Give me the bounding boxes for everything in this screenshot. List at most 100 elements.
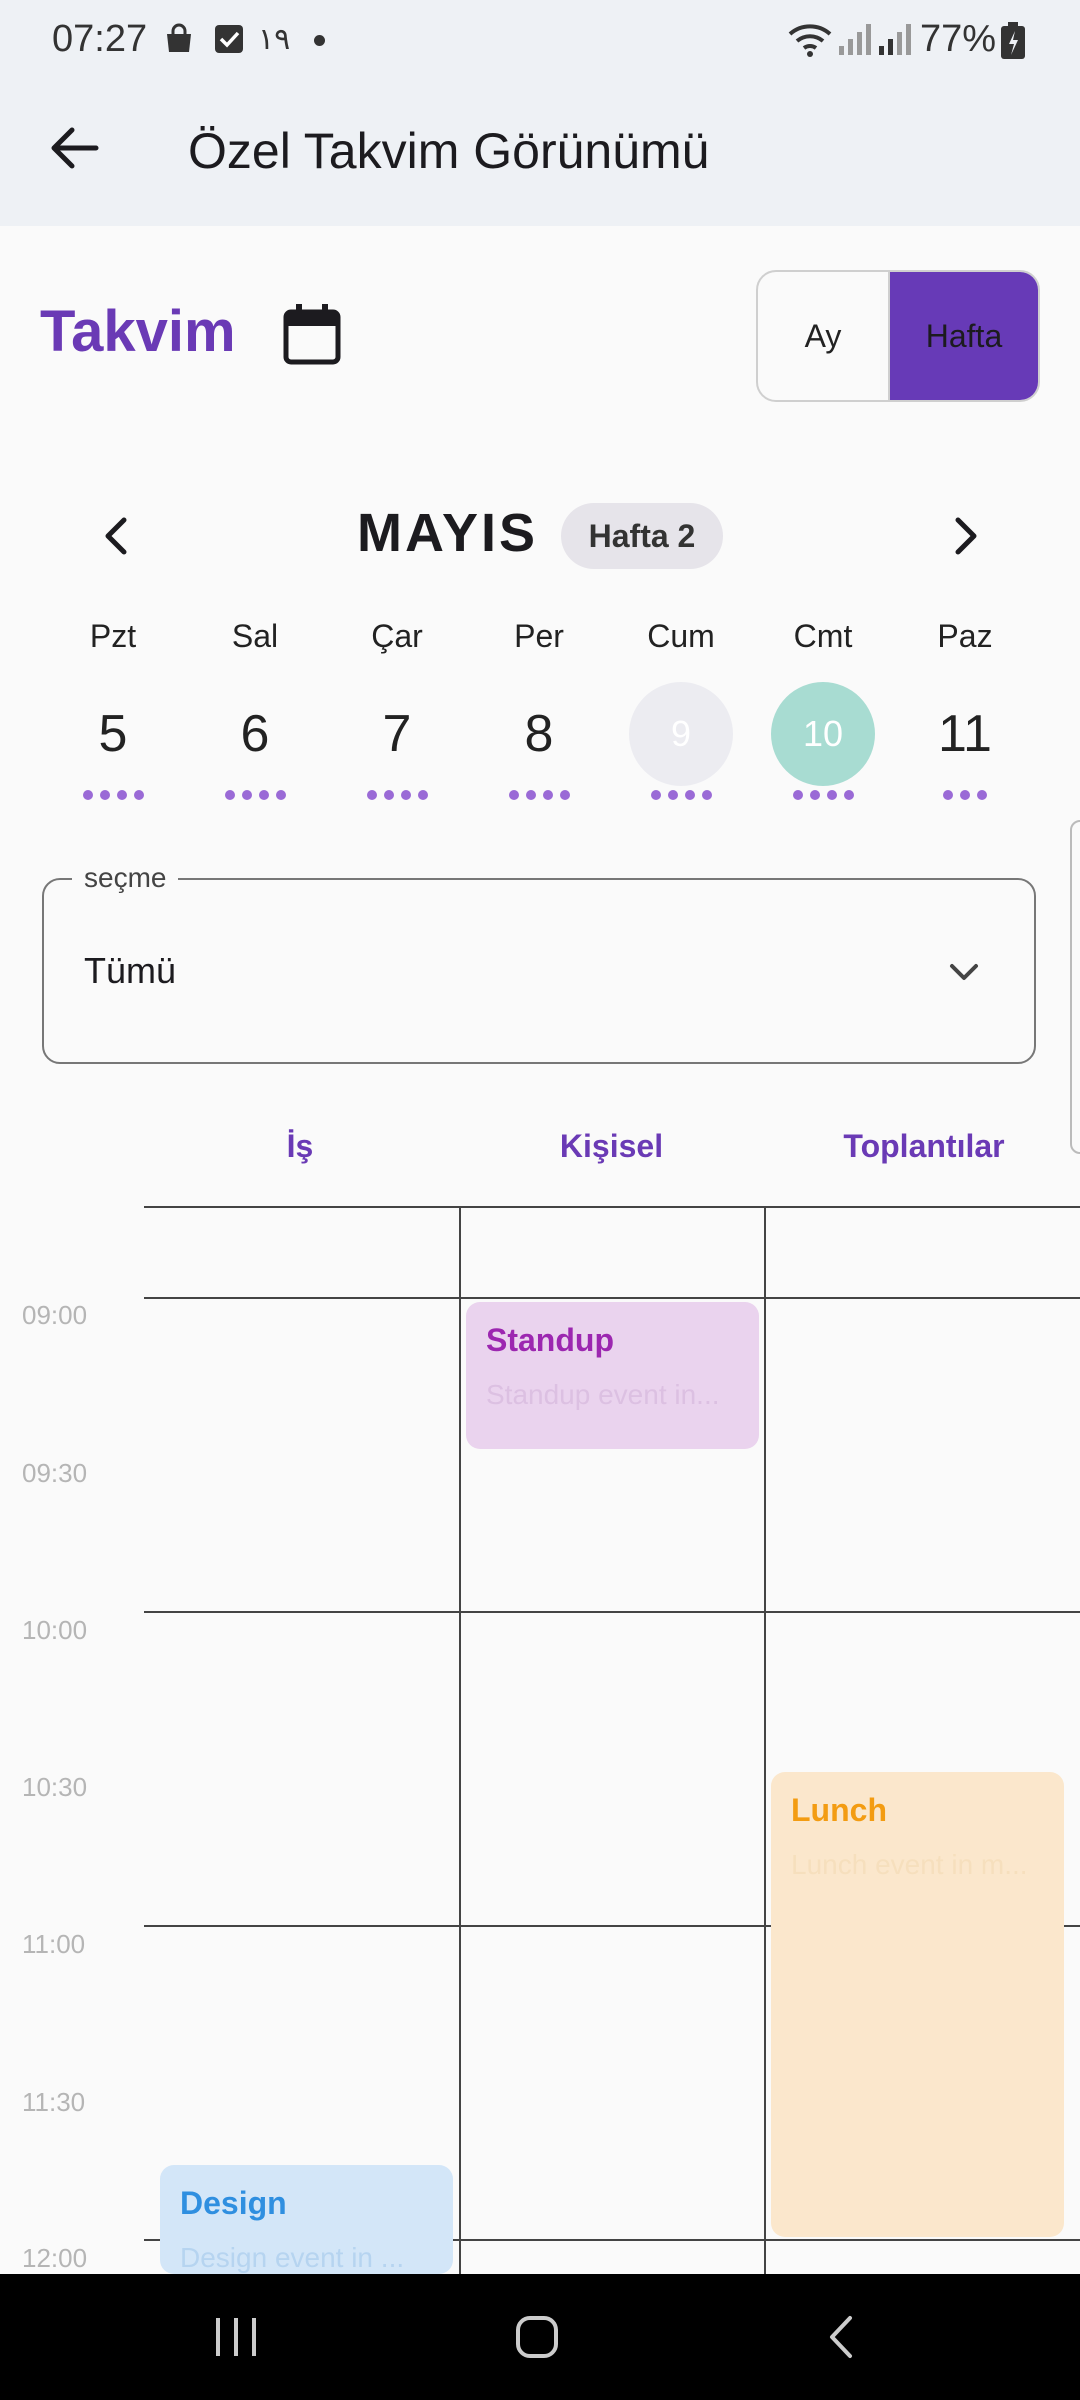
event-dot (258, 790, 269, 800)
battery-icon (1001, 22, 1025, 59)
chevron-down-icon[interactable] (944, 952, 984, 992)
calendar-title: Takvim (40, 299, 236, 364)
column-divider (764, 1206, 766, 2276)
event-dot (809, 790, 820, 800)
grid-line (144, 1611, 1080, 1613)
category-toplantilar: Toplantılar (843, 1128, 1005, 1164)
event-dot (542, 790, 553, 800)
category-kisisel: Kişisel (559, 1128, 664, 1164)
home-icon[interactable] (510, 2310, 564, 2364)
time-label: 10:00 (22, 1615, 88, 1645)
day-number: 6 (240, 705, 270, 763)
event-dot (383, 790, 394, 800)
signal-icon (879, 24, 911, 55)
event-subtitle: Standup event in... (486, 1379, 720, 1410)
battery-percentage: 77% (920, 18, 997, 60)
event-dot (400, 790, 411, 800)
event-dot (826, 790, 837, 800)
event-card-standup[interactable]: Standup Standup event in... (466, 1302, 759, 1449)
event-dot (684, 790, 695, 800)
status-time: 07:27 (52, 18, 148, 60)
day-cell[interactable]: 9 (621, 680, 741, 788)
event-dot (667, 790, 678, 800)
day-cell[interactable]: 10 (763, 680, 883, 788)
event-dots (337, 790, 457, 804)
event-dot (116, 790, 127, 800)
event-dot (943, 790, 953, 800)
recent-apps-icon[interactable] (206, 2312, 266, 2362)
side-handle[interactable] (1070, 820, 1080, 1154)
view-toggle: Ay Hafta (756, 270, 1040, 402)
grid-line (144, 1206, 1080, 1208)
week-view-button[interactable]: Hafta (890, 272, 1038, 400)
back-button[interactable] (44, 118, 104, 178)
dot-icon (314, 35, 325, 46)
day-number: 8 (524, 705, 554, 763)
day-cell[interactable]: 6 (195, 680, 315, 788)
event-card-lunch[interactable]: Lunch Lunch event in m... (771, 1772, 1064, 2237)
event-dot (792, 790, 803, 800)
category-dropdown[interactable] (42, 878, 1036, 1064)
month-name: MAYIS (357, 503, 539, 563)
day-cell[interactable]: 8 (479, 680, 599, 788)
day-number: 10 (771, 682, 875, 786)
event-title: Design (180, 2185, 287, 2221)
event-subtitle: Lunch event in m... (791, 1849, 1028, 1880)
day-number: 5 (98, 705, 128, 763)
day-cell[interactable]: 7 (337, 680, 457, 788)
day-number: 9 (629, 682, 733, 786)
signal-icon (839, 24, 871, 55)
wifi-icon (788, 24, 832, 57)
dropdown-label: seçme (72, 862, 179, 894)
event-dots (53, 790, 173, 804)
event-dot (133, 790, 144, 800)
event-dots (195, 790, 315, 804)
event-dots (621, 790, 741, 804)
time-label: 09:30 (22, 1458, 88, 1488)
time-label: 11:30 (22, 2087, 86, 2117)
event-dot (366, 790, 377, 800)
event-dot (224, 790, 235, 800)
event-dot (82, 790, 93, 800)
chevron-left-icon[interactable] (94, 510, 138, 562)
event-dots (905, 790, 1025, 804)
event-dots (763, 790, 883, 804)
day-of-week-label: Çar (371, 618, 423, 654)
day-of-week-label: Cmt (793, 618, 853, 654)
day-number: 7 (382, 705, 412, 763)
back-icon[interactable] (820, 2310, 864, 2364)
chevron-right-icon[interactable] (944, 510, 988, 562)
event-dot (525, 790, 536, 800)
month-view-button[interactable]: Ay (758, 272, 890, 400)
time-label: 12:00 (22, 2243, 88, 2273)
column-divider (459, 1206, 461, 2276)
calendar-icon[interactable] (282, 302, 342, 366)
event-dot (99, 790, 110, 800)
event-dot (508, 790, 519, 800)
day-cell[interactable]: 5 (53, 680, 173, 788)
time-label: 09:00 (22, 1300, 88, 1330)
time-label: 11:00 (22, 1929, 86, 1959)
event-dot (650, 790, 661, 800)
event-subtitle: Design event in ... (180, 2242, 405, 2273)
day-of-week-label: Paz (937, 618, 993, 654)
day-of-week-label: Sal (231, 618, 279, 654)
event-dot (701, 790, 712, 800)
event-dot (977, 790, 987, 800)
event-card-design[interactable]: Design Design event in ... (160, 2165, 453, 2274)
event-title: Standup (486, 1322, 614, 1358)
event-dots (479, 790, 599, 804)
event-dot (843, 790, 854, 800)
event-dot (241, 790, 252, 800)
week-badge: Hafta 2 (561, 503, 723, 569)
day-of-week-label: Pzt (89, 618, 137, 654)
event-dot (960, 790, 970, 800)
day-number: 11 (938, 705, 992, 763)
grid-line (144, 1297, 1080, 1299)
event-dot (275, 790, 286, 800)
page-title: Özel Takvim Görünümü (188, 123, 710, 179)
category-is: İş (286, 1128, 314, 1164)
day-cell[interactable]: 11 (905, 680, 1025, 788)
day-of-week-label: Cum (647, 618, 715, 654)
checkbox-icon (215, 25, 243, 53)
